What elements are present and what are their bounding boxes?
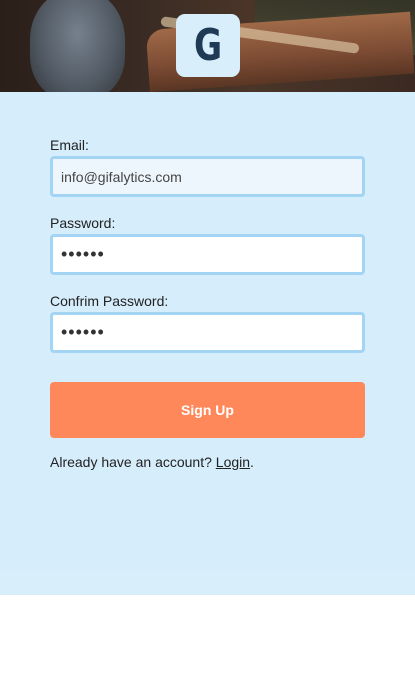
password-label: Password: (50, 215, 116, 231)
confirm-password-label: Confrim Password: (50, 293, 169, 309)
login-link[interactable]: Login (216, 454, 250, 470)
panel-bottom-band (0, 570, 415, 595)
sign-up-button[interactable]: Sign Up (50, 382, 365, 438)
prompt-period: . (250, 454, 254, 470)
rat-figure-illustration (30, 0, 125, 92)
account-prompt-text: Already have an account? (50, 454, 212, 470)
email-field[interactable] (50, 156, 365, 197)
login-prompt: Already have an account? Login. (50, 454, 254, 470)
logo-letter: G (193, 19, 223, 71)
signup-panel: Email: Password: Confrim Password: Sign … (0, 92, 415, 595)
confirm-password-field[interactable] (50, 312, 365, 353)
email-label: Email: (50, 137, 89, 153)
app-logo[interactable]: G (176, 14, 240, 77)
password-field[interactable] (50, 234, 365, 275)
